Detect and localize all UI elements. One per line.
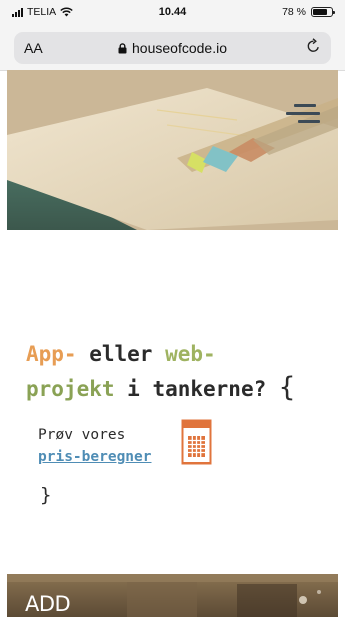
calculator-icon [181, 419, 212, 465]
battery-icon [311, 7, 335, 17]
browser-toolbar: AA houseofcode.io [0, 26, 345, 71]
hero-photo [7, 70, 338, 230]
reload-icon [307, 38, 319, 52]
open-brace: { [278, 372, 296, 403]
reload-button[interactable] [306, 38, 321, 59]
price-calculator-button[interactable] [181, 419, 212, 465]
footer-logo: ADD [25, 592, 71, 616]
headline-app: App- [26, 342, 77, 366]
lock-icon [118, 43, 127, 54]
hamburger-menu-icon [294, 104, 316, 107]
headline-rest: i tankerne? [114, 377, 267, 401]
price-calculator-cta: Prøv vores pris-beregner [38, 424, 152, 468]
price-calculator-link[interactable]: pris-beregner [38, 449, 152, 465]
headline-web: web- [165, 342, 216, 366]
url-field[interactable]: houseofcode.io [14, 40, 331, 56]
hero-image [7, 70, 338, 230]
battery-percentage: 78 % [282, 6, 306, 18]
close-brace: } [40, 484, 52, 506]
address-bar[interactable]: AA houseofcode.io [14, 32, 331, 64]
hamburger-menu-button[interactable] [286, 100, 326, 130]
cta-prefix: Prøv vores [38, 427, 126, 443]
footer-image: ADD [7, 574, 338, 617]
status-bar: TELIA 10.44 78 % [0, 0, 345, 26]
url-host: houseofcode.io [132, 40, 227, 56]
headline-projekt: projekt [26, 377, 115, 401]
headline-eller: eller [76, 342, 166, 366]
page-headline: App- eller web- projekt i tankerne? { [26, 338, 336, 406]
